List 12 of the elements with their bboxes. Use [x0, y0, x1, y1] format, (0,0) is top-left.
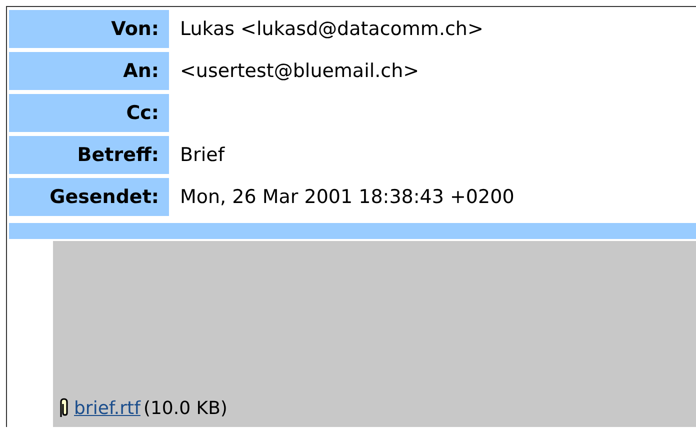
header-label: Von:: [9, 10, 169, 48]
header-value: Brief: [180, 144, 225, 166]
paperclip-icon: [57, 397, 71, 419]
header-value: Lukas <lukasd@datacomm.ch>: [180, 18, 484, 40]
header-label: Gesendet:: [9, 178, 169, 216]
header-label: Cc:: [9, 94, 169, 132]
header-label: An:: [9, 52, 169, 90]
attachment-link[interactable]: brief.rtf: [74, 398, 140, 418]
header-value: <usertest@bluemail.ch>: [180, 60, 420, 82]
header-value: Mon, 26 Mar 2001 18:38:43 +0200: [180, 186, 514, 208]
header-label: Betreff:: [9, 136, 169, 174]
attachment-size: (10.0 KB): [143, 398, 228, 418]
